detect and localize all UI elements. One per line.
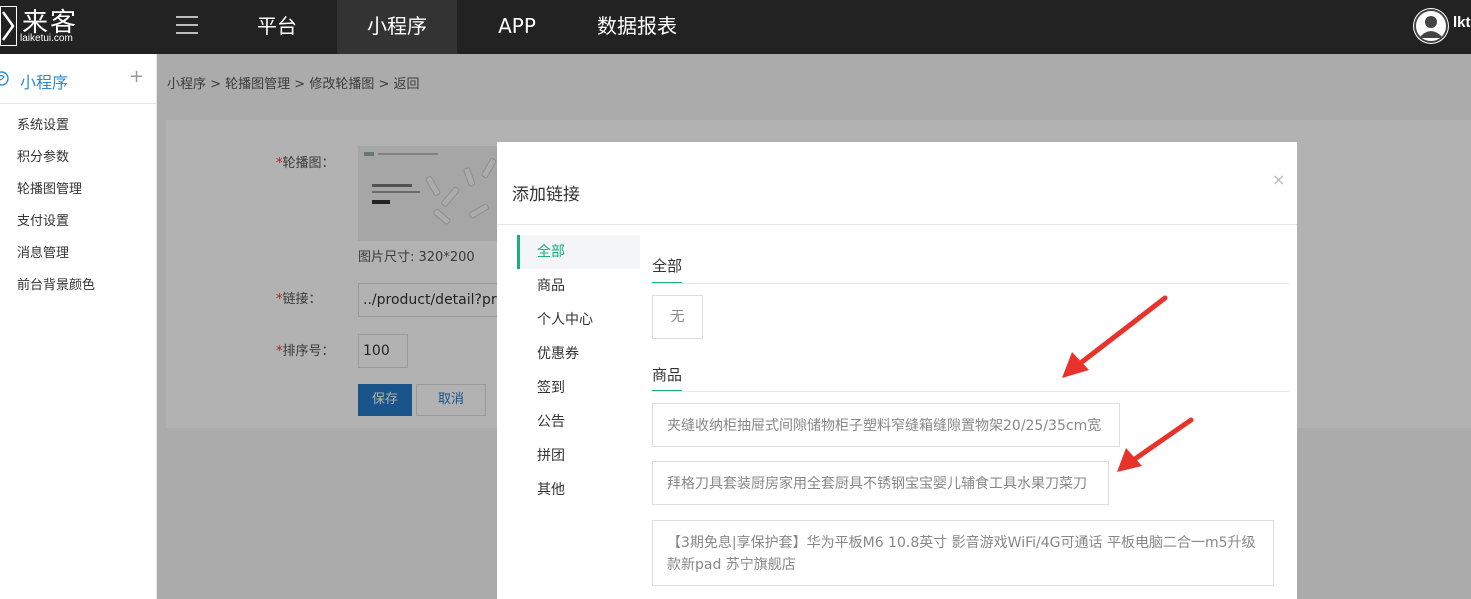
user-name[interactable]: lkt [1453, 14, 1471, 31]
section-title-goods: 商品 [652, 366, 683, 384]
category-sign-in[interactable]: 签到 [517, 371, 640, 405]
logo-mark-icon [0, 6, 17, 46]
sidebar-item-background-color[interactable]: 前台背景颜色 [17, 274, 95, 293]
user-avatar-icon [1414, 9, 1448, 43]
sidebar-item-system-settings[interactable]: 系统设置 [17, 114, 69, 133]
category-announcements[interactable]: 公告 [517, 405, 640, 439]
menu-toggle-icon[interactable] [176, 16, 198, 34]
avatar[interactable] [1413, 8, 1449, 44]
section-title-all: 全部 [652, 257, 683, 275]
modal-title: 添加链接 [512, 185, 580, 205]
category-personal-center[interactable]: 个人中心 [517, 303, 640, 337]
category-nav: 全部 商品 个人中心 优惠券 签到 公告 拼团 其他 [517, 235, 640, 599]
nav-reports[interactable]: 数据报表 [577, 0, 697, 54]
close-icon[interactable]: × [1272, 170, 1285, 189]
category-group-buy[interactable]: 拼团 [517, 439, 640, 473]
category-other[interactable]: 其他 [517, 473, 640, 507]
sidebar-item-banner-management[interactable]: 轮播图管理 [17, 178, 82, 197]
sidebar-item-messages[interactable]: 消息管理 [17, 242, 69, 261]
add-link-modal: 添加链接 × 全部 商品 个人中心 优惠券 签到 公告 拼团 其他 全部 无 商… [497, 142, 1297, 599]
category-all[interactable]: 全部 [517, 235, 640, 269]
section-rule [652, 391, 1289, 392]
category-goods[interactable]: 商品 [517, 269, 640, 303]
section-rule [652, 283, 1289, 284]
link-option-product[interactable]: 拜格刀具套装厨房家用全套厨具不锈钢宝宝婴儿辅食工具水果刀菜刀 [652, 461, 1109, 505]
nav-platform[interactable]: 平台 [237, 0, 317, 54]
link-option-none[interactable]: 无 [652, 295, 703, 339]
sidebar-title: 小程序 [20, 73, 69, 92]
nav-app[interactable]: APP [477, 0, 557, 54]
logo[interactable]: 来客 laiketui.com [0, 0, 157, 54]
sidebar-header[interactable]: 小程序 + [0, 54, 156, 104]
link-option-product[interactable]: 【3期免息|享保护套】华为平板M6 10.8英寸 影音游戏WiFi/4G可通话 … [652, 520, 1274, 586]
modal-divider [497, 224, 1297, 225]
plus-icon[interactable]: + [129, 66, 144, 87]
mini-program-icon [0, 71, 9, 86]
sidebar: 小程序 + 系统设置 积分参数 轮播图管理 支付设置 消息管理 前台背景颜色 [0, 54, 157, 599]
link-option-product[interactable]: 夹缝收纳柜抽屉式间隙储物柜子塑料窄缝箱缝隙置物架20/25/35cm宽 [652, 403, 1120, 447]
top-bar: 来客 laiketui.com 平台 小程序 APP 数据报表 lkt [0, 0, 1471, 54]
category-coupons[interactable]: 优惠券 [517, 337, 640, 371]
sidebar-item-points[interactable]: 积分参数 [17, 146, 69, 165]
logo-subtext: laiketui.com [20, 33, 73, 44]
sidebar-item-payment[interactable]: 支付设置 [17, 210, 69, 229]
nav-mini-program[interactable]: 小程序 [337, 0, 457, 54]
